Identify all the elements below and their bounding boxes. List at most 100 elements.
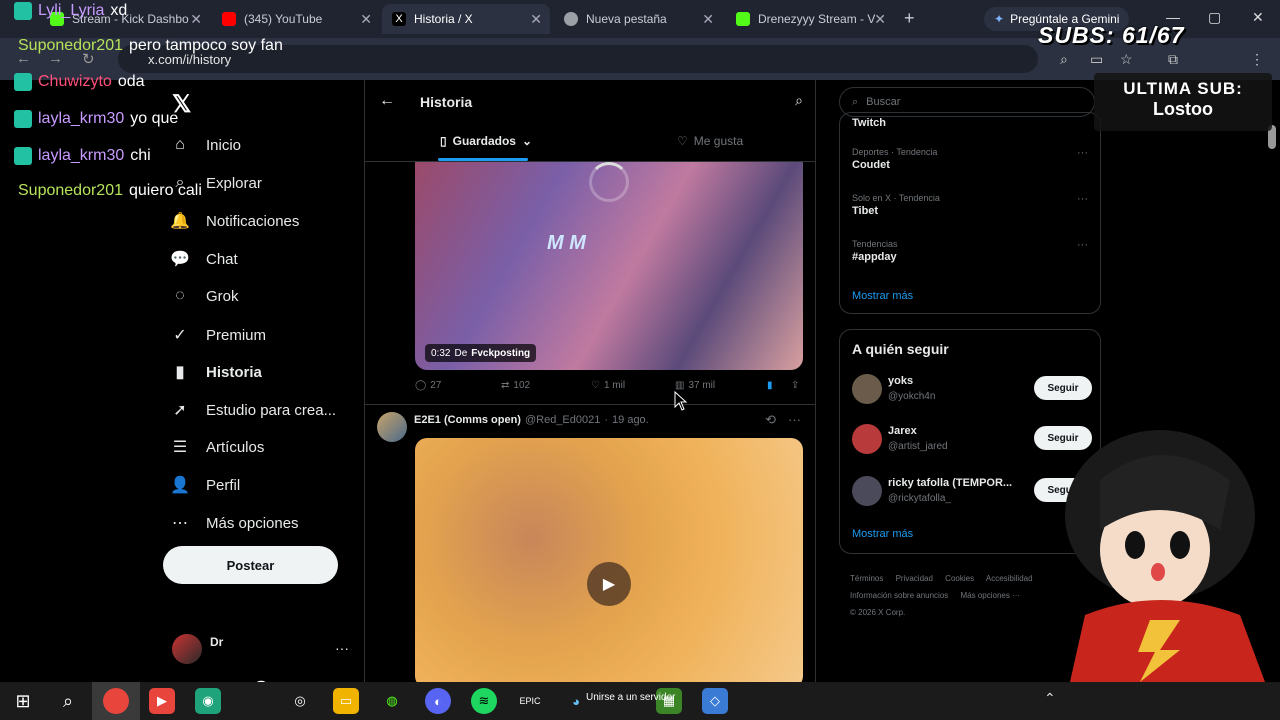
avatar[interactable] bbox=[852, 424, 882, 454]
sidebar-item-label: Grok bbox=[206, 287, 239, 305]
trend-item[interactable]: Tendencias #appday bbox=[852, 239, 898, 263]
more-icon[interactable]: ··· bbox=[1077, 239, 1088, 251]
post-video-thumbnail[interactable]: ▶ bbox=[415, 438, 803, 682]
trend-item[interactable]: Twitch bbox=[852, 115, 886, 129]
avatar[interactable] bbox=[852, 476, 882, 506]
more-icon[interactable]: ··· bbox=[788, 412, 801, 428]
follow-button[interactable]: Seguir bbox=[1034, 376, 1092, 400]
more-icon[interactable]: ··· bbox=[1077, 193, 1088, 205]
like-button[interactable]: ♡ 1 mil bbox=[591, 380, 675, 391]
post-header-icons: ⟲ ··· bbox=[765, 412, 801, 428]
sidebar-item-estudio[interactable]: ➚ Estudio para crea... bbox=[170, 400, 336, 420]
close-icon[interactable]: ✕ bbox=[360, 11, 372, 28]
footer-link[interactable]: Accesibilidad bbox=[986, 574, 1033, 583]
cast-icon[interactable]: ▭ bbox=[1090, 51, 1103, 68]
show-more-link[interactable]: Mostrar más bbox=[852, 528, 913, 540]
chrome-icon[interactable] bbox=[103, 688, 129, 714]
post-date[interactable]: 19 ago. bbox=[612, 414, 649, 426]
sidebar-item-perfil[interactable]: 👤 Perfil bbox=[170, 475, 240, 495]
share-icon[interactable]: ⇪ bbox=[791, 380, 799, 391]
footer-link[interactable]: Términos bbox=[850, 574, 883, 583]
video-overlay-text: M M bbox=[547, 232, 586, 254]
copyright: © 2026 X Corp. bbox=[850, 608, 906, 617]
chevron-up-icon[interactable]: ⌃ bbox=[1044, 690, 1056, 707]
close-icon[interactable]: ✕ bbox=[874, 11, 886, 28]
more-icon[interactable]: ··· bbox=[1077, 147, 1088, 159]
divider bbox=[365, 404, 815, 405]
back-arrow-icon[interactable]: ← bbox=[379, 92, 395, 110]
account-name[interactable]: Dr bbox=[210, 635, 223, 649]
new-tab-plus-icon[interactable]: + bbox=[904, 8, 915, 29]
extensions-icon[interactable]: ⧉ bbox=[1168, 51, 1178, 68]
search-icon[interactable]: ⌕ bbox=[55, 688, 81, 714]
tab-drenezyyy-stream[interactable]: Drenezyyy Stream - V ✕ bbox=[726, 4, 894, 34]
repost-button[interactable]: ⇄ 102 bbox=[501, 380, 591, 391]
sidebar-item-articulos[interactable]: ☰ Artículos bbox=[170, 437, 265, 457]
suggestion-name[interactable]: ricky tafolla (TEMPOR... bbox=[888, 477, 1012, 489]
folder-icon[interactable]: ▭ bbox=[333, 688, 359, 714]
chevron-down-icon: ⌄ bbox=[521, 134, 533, 148]
author-name[interactable]: E2E1 (Comms open) bbox=[414, 414, 521, 426]
search-placeholder: Buscar bbox=[866, 96, 901, 108]
play-icon[interactable]: ▶ bbox=[587, 562, 631, 606]
bookmark-icon: ▮ bbox=[175, 364, 185, 381]
video-app-icon[interactable]: ▶ bbox=[149, 688, 175, 714]
tab-guardados[interactable]: ▯ Guardados ⌄ bbox=[440, 134, 532, 148]
suggestion-name[interactable]: yoks bbox=[888, 375, 913, 387]
roblox-icon[interactable]: ◇ bbox=[702, 688, 728, 714]
sidebar-item-premium[interactable]: ✓ Premium bbox=[170, 325, 266, 345]
grok-icon[interactable]: ⟲ bbox=[765, 412, 776, 428]
tab-label: Drenezyyy Stream - V bbox=[758, 12, 876, 26]
epic-games-icon[interactable]: EPIC bbox=[517, 688, 543, 714]
window-close-icon[interactable]: ✕ bbox=[1252, 9, 1264, 26]
post-button[interactable]: Postear bbox=[163, 546, 338, 584]
search-icon[interactable]: ⌕ bbox=[795, 92, 803, 109]
menu-icon[interactable]: ⋮ bbox=[1250, 51, 1264, 68]
taskbar-app-label[interactable]: Unirse a un servidor bbox=[586, 692, 675, 703]
tab-me-gusta[interactable]: ♡ Me gusta bbox=[677, 134, 743, 148]
person-icon: 👤 bbox=[170, 477, 190, 494]
obs-icon[interactable]: ◎ bbox=[287, 688, 313, 714]
chat-app-icon[interactable]: ◉ bbox=[195, 688, 221, 714]
reply-button[interactable]: ◯ 27 bbox=[415, 380, 501, 391]
footer-link[interactable]: Más opciones ··· bbox=[961, 591, 1021, 600]
avatar[interactable] bbox=[852, 374, 882, 404]
windows-start-icon[interactable]: ⊞ bbox=[10, 688, 36, 714]
show-more-link[interactable]: Mostrar más bbox=[852, 290, 913, 302]
sidebar-item-chat[interactable]: 💬 Chat bbox=[170, 249, 238, 269]
author-handle[interactable]: @Red_Ed0021 bbox=[525, 414, 600, 426]
heart-icon: ♡ bbox=[591, 380, 600, 391]
footer-link[interactable]: Información sobre anuncios bbox=[850, 591, 948, 600]
follow-suggestion[interactable]: yoks @yokch4n Seguir bbox=[852, 374, 1092, 406]
maximize-icon[interactable]: ▢ bbox=[1208, 9, 1221, 26]
bookmark-filled-icon[interactable]: ▮ bbox=[767, 380, 791, 391]
suggestion-name[interactable]: Jarex bbox=[888, 425, 917, 437]
bookmark-star-icon[interactable]: ☆ bbox=[1120, 51, 1133, 68]
tab-historia-x[interactable]: X Historia / X ✕ bbox=[382, 4, 550, 34]
account-menu-icon[interactable]: ··· bbox=[335, 640, 349, 656]
suggestion-handle: @artist_jared bbox=[888, 441, 948, 452]
spotify-icon[interactable]: ≋ bbox=[471, 688, 497, 714]
sidebar-item-notificaciones[interactable]: 🔔 Notificaciones bbox=[170, 211, 299, 231]
tab-new-tab[interactable]: Nueva pestaña ✕ bbox=[554, 4, 722, 34]
avatar[interactable] bbox=[377, 412, 407, 442]
trend-item[interactable]: Deportes · Tendencia Coudet bbox=[852, 147, 937, 171]
close-icon[interactable]: ✕ bbox=[530, 11, 542, 28]
chat-message: Suponedor201 pero tampoco soy fan bbox=[18, 37, 283, 55]
post-video-thumbnail[interactable]: M M 0:32 De Fvckposting bbox=[415, 162, 803, 370]
trend-item[interactable]: Solo en X · Tendencia Tibet bbox=[852, 193, 940, 217]
sidebar-item-mas-opciones[interactable]: ⋯ Más opciones bbox=[170, 513, 299, 533]
verified-badge-icon: ✓ bbox=[173, 327, 187, 344]
footer-link[interactable]: Privacidad bbox=[896, 574, 933, 583]
bell-icon: 🔔 bbox=[170, 213, 190, 230]
views-button[interactable]: ▥ 37 mil bbox=[675, 380, 767, 391]
chat-badge-icon bbox=[14, 2, 32, 20]
sidebar-item-historia[interactable]: ▮ Historia bbox=[170, 362, 262, 382]
footer-link[interactable]: Cookies bbox=[945, 574, 974, 583]
zoom-icon[interactable]: ⌕ bbox=[1060, 51, 1068, 68]
discord-icon[interactable]: ◐ bbox=[425, 688, 451, 714]
account-avatar[interactable] bbox=[172, 634, 202, 664]
sidebar-item-grok[interactable]: ◌ Grok bbox=[170, 287, 239, 305]
app-icon[interactable]: ◍ bbox=[379, 688, 405, 714]
close-icon[interactable]: ✕ bbox=[702, 11, 714, 28]
